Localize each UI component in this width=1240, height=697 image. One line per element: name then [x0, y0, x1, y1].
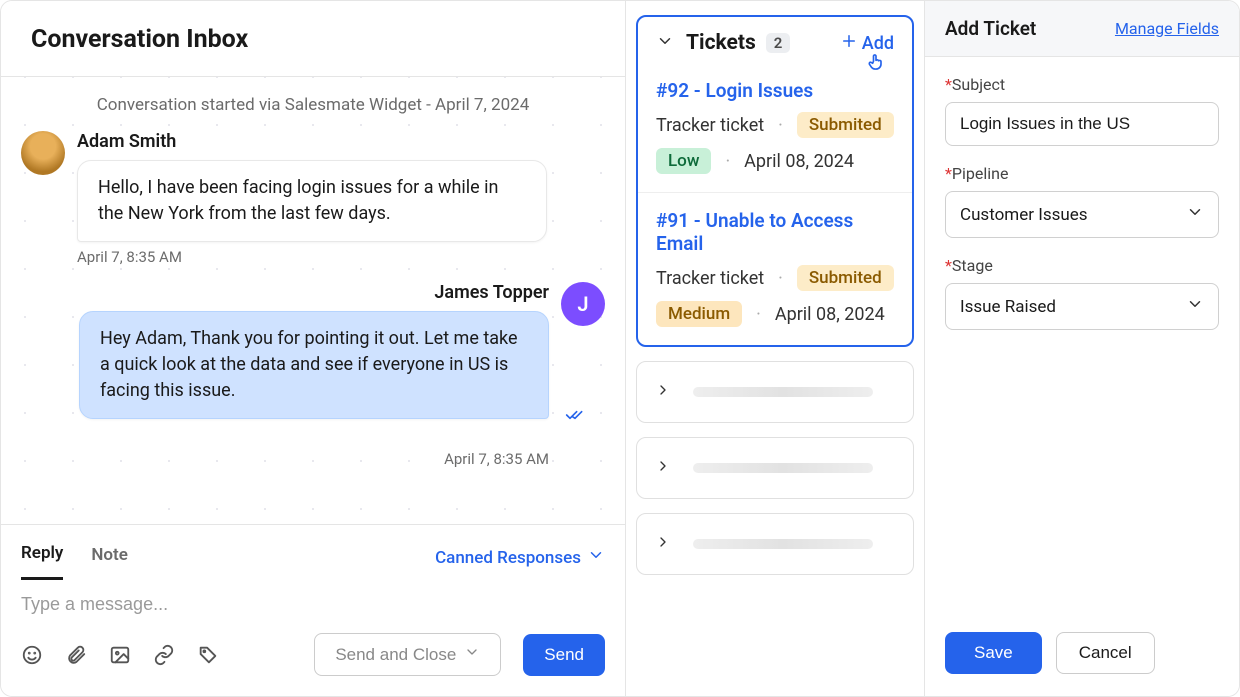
chevron-down-icon[interactable]	[656, 32, 674, 54]
pipeline-label: *Pipeline	[945, 164, 1219, 183]
cursor-icon	[866, 52, 886, 76]
ticket-link[interactable]: #91 - Unable to Access Email	[656, 209, 894, 255]
avatar[interactable]	[21, 131, 65, 175]
emoji-icon[interactable]	[21, 644, 43, 666]
message-bubble: Hello, I have been facing login issues f…	[77, 160, 547, 242]
panel-title: Tickets	[686, 31, 756, 55]
inbox-header: Conversation Inbox	[1, 1, 625, 77]
message-author: Adam Smith	[77, 131, 547, 152]
save-button[interactable]: Save	[945, 632, 1042, 674]
tab-note[interactable]: Note	[91, 537, 128, 579]
chevron-right-icon	[655, 458, 671, 478]
add-ticket-button[interactable]: Add	[840, 32, 894, 55]
message-input[interactable]	[21, 594, 605, 615]
send-and-close-label: Send and Close	[335, 645, 456, 665]
stage-label: *Stage	[945, 256, 1219, 275]
chevron-right-icon	[655, 382, 671, 402]
chevron-down-icon	[1186, 295, 1204, 318]
avatar[interactable]: J	[561, 282, 605, 326]
image-icon[interactable]	[109, 644, 131, 666]
pipeline-value: Customer Issues	[960, 205, 1088, 225]
subject-input[interactable]	[945, 102, 1219, 146]
canned-responses-label: Canned Responses	[435, 548, 581, 568]
tag-icon[interactable]	[197, 644, 219, 666]
subject-label: *Subject	[945, 75, 1219, 94]
collapsed-panel[interactable]	[636, 361, 914, 423]
form-title: Add Ticket	[945, 17, 1036, 40]
canned-responses-button[interactable]: Canned Responses	[435, 546, 605, 569]
status-badge: Submited	[797, 265, 894, 291]
chevron-down-icon	[587, 546, 605, 569]
skeleton-placeholder	[693, 387, 873, 397]
collapsed-panel[interactable]	[636, 437, 914, 499]
message-author: James Topper	[79, 282, 549, 303]
ticket-link[interactable]: #92 - Login Issues	[656, 79, 894, 102]
chevron-right-icon	[655, 534, 671, 554]
panel-count-badge: 2	[766, 33, 791, 53]
priority-badge: Low	[656, 148, 711, 174]
message-time: April 7, 8:35 AM	[79, 450, 549, 468]
skeleton-placeholder	[693, 539, 873, 549]
skeleton-placeholder	[693, 463, 873, 473]
priority-badge: Medium	[656, 301, 742, 327]
chevron-down-icon	[464, 644, 480, 665]
tab-reply[interactable]: Reply	[21, 535, 63, 580]
link-icon[interactable]	[153, 644, 175, 666]
send-button[interactable]: Send	[523, 634, 605, 676]
chevron-down-icon	[1186, 203, 1204, 226]
cancel-button[interactable]: Cancel	[1056, 632, 1155, 674]
ticket-date: April 08, 2024	[775, 304, 885, 325]
ticket-type: Tracker ticket	[656, 115, 764, 136]
pipeline-select[interactable]: Customer Issues	[945, 191, 1219, 238]
read-receipt-icon	[565, 405, 585, 430]
ticket-item: #92 - Login Issues Tracker ticket · Subm…	[638, 69, 912, 192]
message-row: Adam Smith Hello, I have been facing log…	[1, 125, 625, 266]
plus-icon	[840, 32, 858, 55]
message-row: J James Topper Hey Adam, Thank you for p…	[1, 276, 625, 468]
add-label: Add	[862, 33, 894, 54]
conversation-meta: Conversation started via Salesmate Widge…	[1, 95, 625, 115]
status-badge: Submited	[797, 112, 894, 138]
attachment-icon[interactable]	[65, 644, 87, 666]
ticket-date: April 08, 2024	[744, 151, 854, 172]
page-title: Conversation Inbox	[31, 25, 595, 54]
ticket-type: Tracker ticket	[656, 268, 764, 289]
send-and-close-button[interactable]: Send and Close	[314, 633, 501, 676]
tickets-panel: Tickets 2 Add #92 - Login Issues Tracker…	[636, 15, 914, 347]
stage-select[interactable]: Issue Raised	[945, 283, 1219, 330]
message-time: April 7, 8:35 AM	[77, 248, 547, 266]
ticket-item: #91 - Unable to Access Email Tracker tic…	[638, 192, 912, 345]
conversation-body: Conversation started via Salesmate Widge…	[1, 77, 625, 524]
collapsed-panel[interactable]	[636, 513, 914, 575]
message-bubble: Hey Adam, Thank you for pointing it out.…	[79, 311, 549, 419]
manage-fields-link[interactable]: Manage Fields	[1115, 19, 1219, 38]
stage-value: Issue Raised	[960, 297, 1056, 317]
